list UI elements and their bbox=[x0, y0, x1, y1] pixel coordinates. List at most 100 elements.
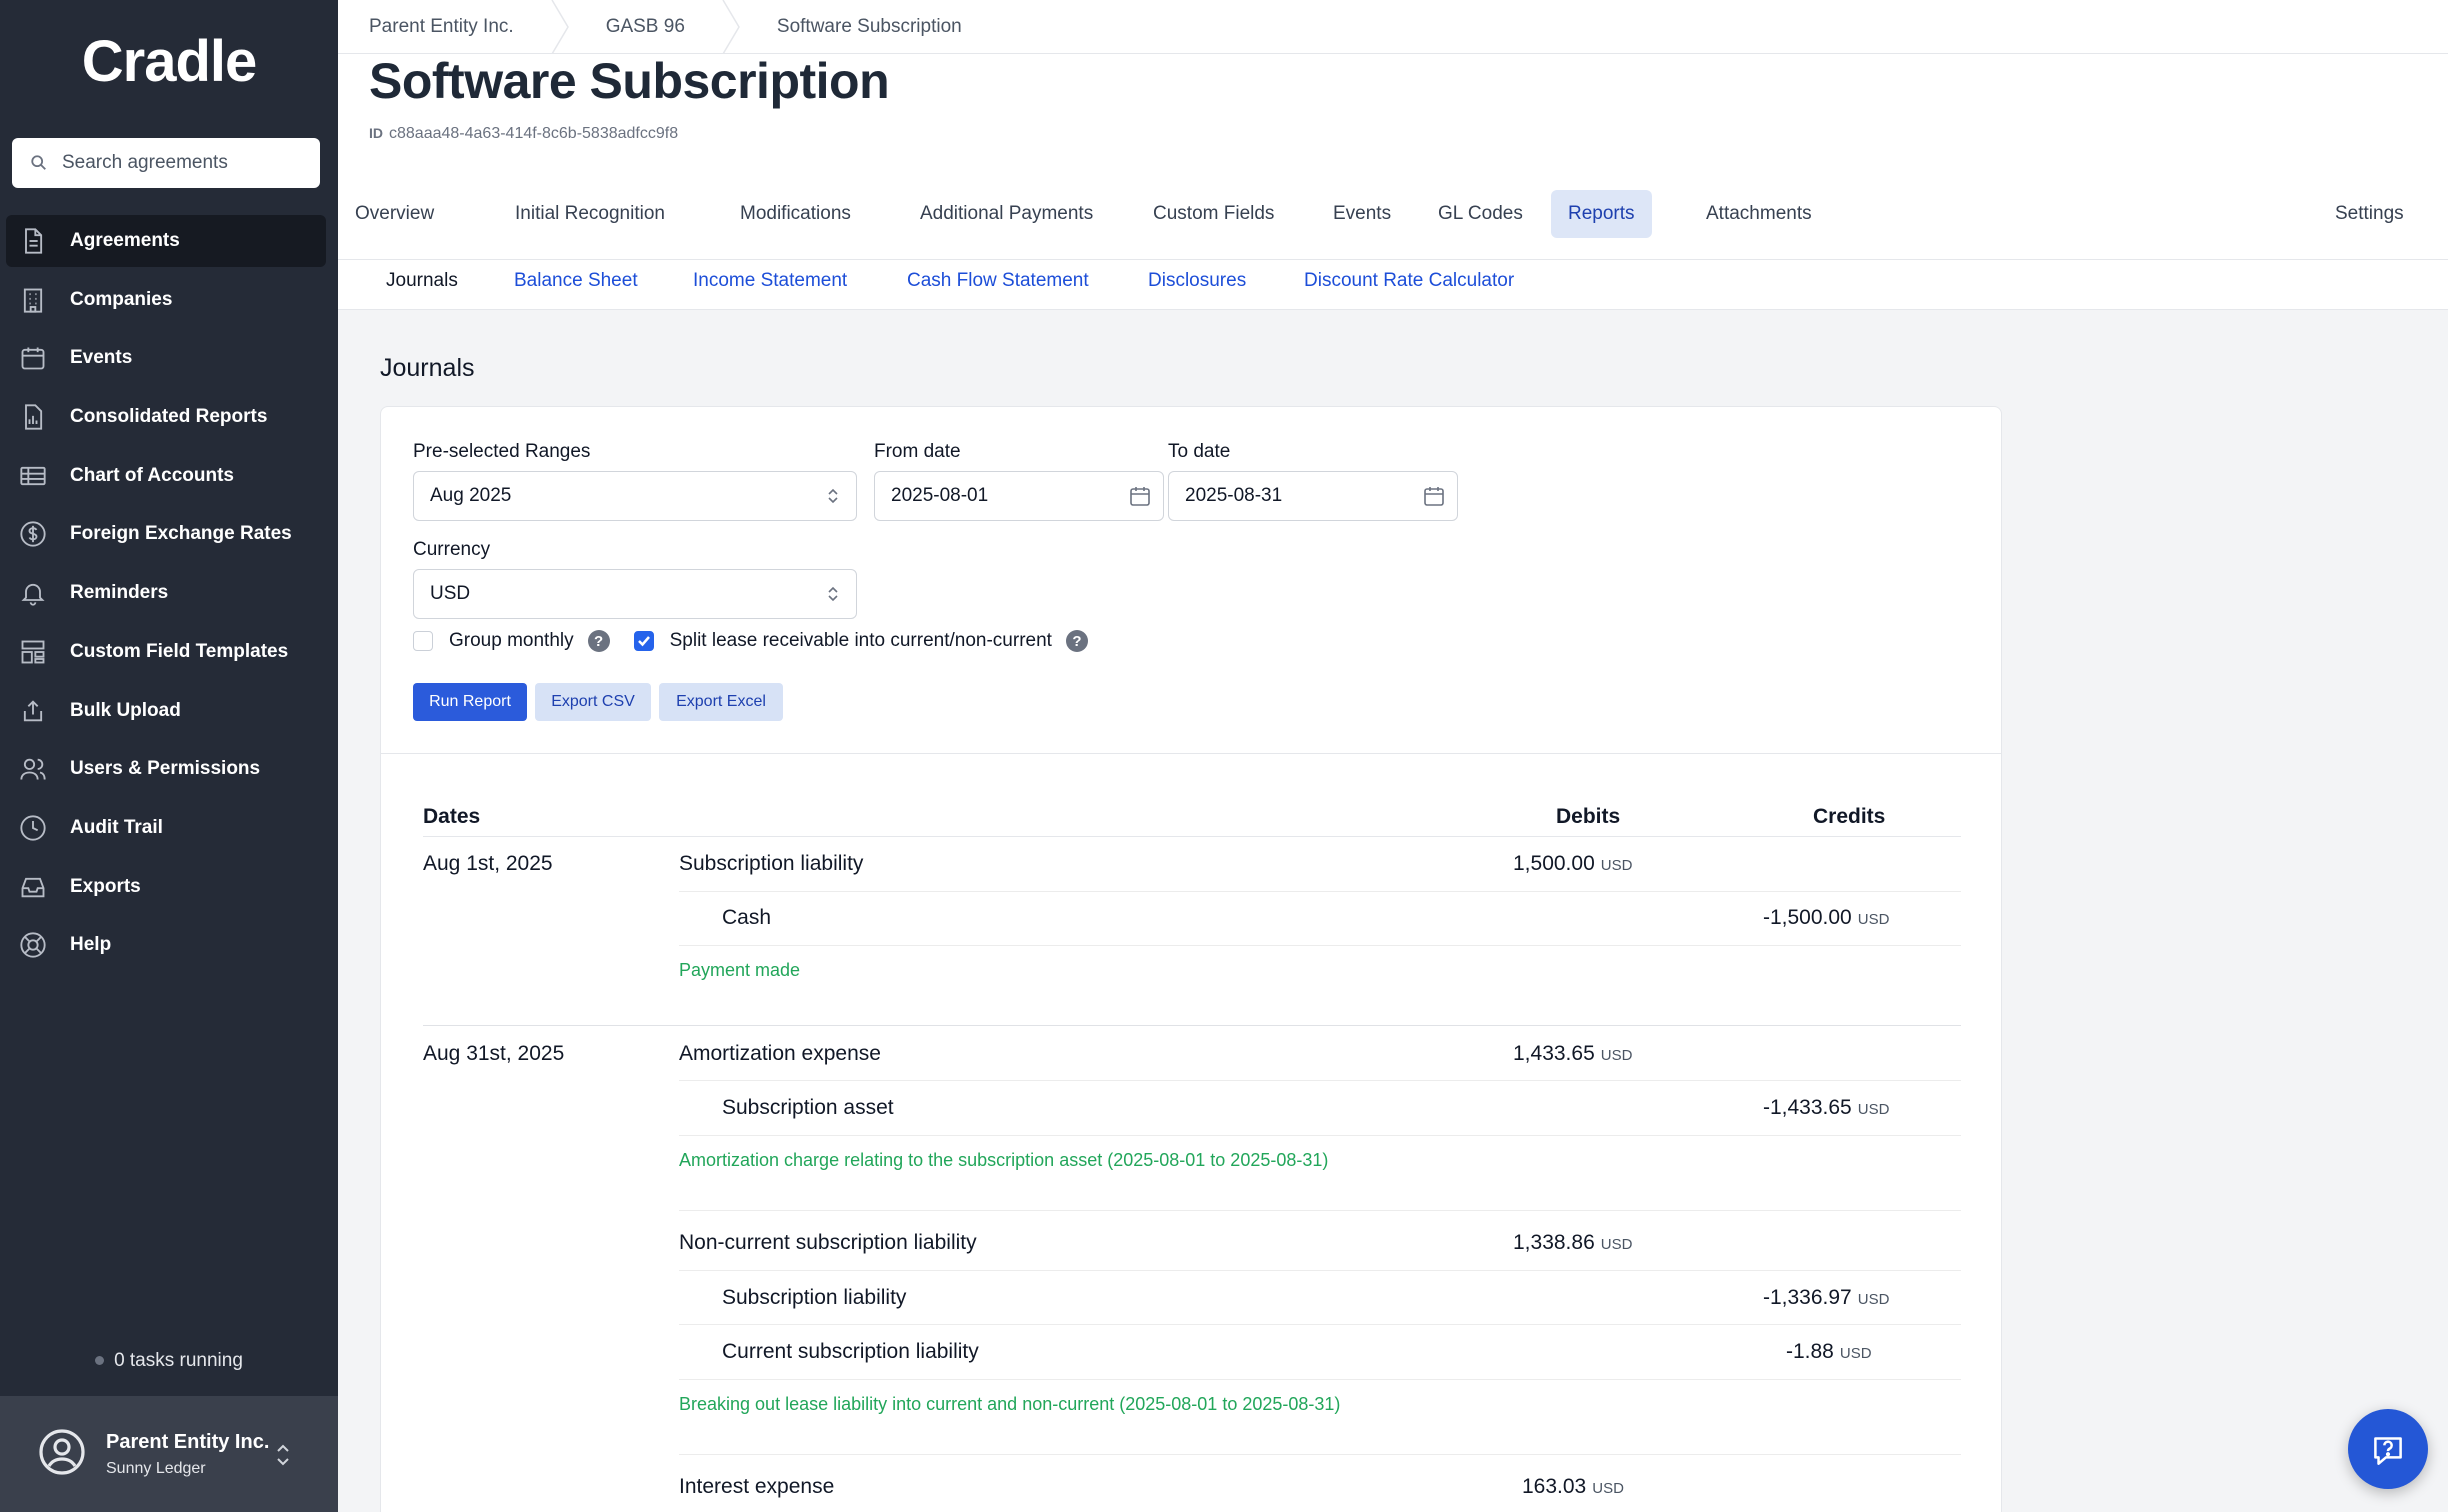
divider bbox=[679, 891, 1961, 892]
to-date-input[interactable]: 2025-08-31 bbox=[1168, 471, 1458, 521]
from-date-label: From date bbox=[874, 441, 961, 462]
header-credits: Credits bbox=[1813, 805, 1886, 828]
currency: USD bbox=[1592, 1480, 1624, 1497]
currency: USD bbox=[1857, 1291, 1890, 1308]
amount: 1,433.65 bbox=[1513, 1042, 1595, 1065]
id-value: c88aaa48-4a63-414f-8c6b-5838adfcc9f8 bbox=[389, 125, 679, 142]
page-id: ID c88aaa48-4a63-414f-8c6b-5838adfcc9f8 bbox=[369, 125, 678, 143]
amount: 1,338.86 bbox=[1513, 1231, 1595, 1254]
divider bbox=[679, 1454, 1961, 1455]
subtab-journals[interactable]: Journals bbox=[386, 270, 458, 292]
breadcrumb-separator-icon bbox=[550, 0, 570, 54]
tasks-status-text: 0 tasks running bbox=[114, 1350, 243, 1371]
account-name: Current subscription liability bbox=[722, 1340, 979, 1363]
subtab-balance-sheet[interactable]: Balance Sheet bbox=[514, 270, 638, 292]
app-logo[interactable]: Cradle bbox=[0, 28, 338, 95]
currency: USD bbox=[1600, 1236, 1633, 1253]
account-name: Subscription liability bbox=[722, 1286, 907, 1309]
page-title: Software Subscription bbox=[369, 53, 890, 109]
user-avatar-icon bbox=[38, 1428, 86, 1481]
sidebar-item-label: Reminders bbox=[70, 582, 169, 604]
run-report-button[interactable]: Run Report bbox=[413, 683, 527, 721]
tab-settings[interactable]: Settings bbox=[2318, 190, 2421, 238]
subtab-income-statement[interactable]: Income Statement bbox=[693, 270, 847, 292]
sidebar-item-reminders[interactable]: Reminders bbox=[6, 567, 326, 619]
divider bbox=[423, 1025, 1961, 1026]
subtab-discount-rate-calculator[interactable]: Discount Rate Calculator bbox=[1304, 270, 1514, 292]
sidebar-item-bulk-upload[interactable]: Bulk Upload bbox=[6, 685, 326, 737]
account-name: Non-current subscription liability bbox=[679, 1231, 977, 1254]
from-date-input[interactable]: 2025-08-01 bbox=[874, 471, 1164, 521]
account-name: Interest expense bbox=[679, 1475, 835, 1498]
breadcrumb: Parent Entity Inc. GASB 96 Software Subs… bbox=[338, 0, 2448, 54]
search-input[interactable] bbox=[62, 152, 302, 174]
breadcrumb-item[interactable]: Software Subscription bbox=[741, 0, 998, 54]
search-box[interactable] bbox=[12, 138, 320, 188]
credit-amount: -1.88 USD bbox=[1786, 1340, 1872, 1364]
sidebar-item-label: Audit Trail bbox=[70, 816, 163, 838]
breadcrumb-item[interactable]: GASB 96 bbox=[570, 0, 721, 54]
lifebuoy-icon bbox=[18, 930, 48, 960]
sidebar-item-chart-of-accounts[interactable]: Chart of Accounts bbox=[6, 450, 326, 502]
options-row: Group monthly ? Split lease receivable i… bbox=[413, 630, 1088, 652]
tab-reports[interactable]: Reports bbox=[1551, 190, 1652, 238]
help-icon[interactable]: ? bbox=[587, 630, 610, 652]
export-csv-button[interactable]: Export CSV bbox=[535, 683, 651, 721]
calendar-icon[interactable] bbox=[1129, 485, 1151, 513]
tab-gl-codes[interactable]: GL Codes bbox=[1421, 190, 1540, 238]
group-monthly-checkbox[interactable] bbox=[413, 631, 433, 651]
chevron-up-down-icon[interactable] bbox=[272, 1440, 294, 1475]
section-title: Journals bbox=[380, 354, 475, 382]
divider bbox=[679, 1210, 1961, 1211]
sidebar-item-custom-field-templates[interactable]: Custom Field Templates bbox=[6, 626, 326, 678]
sidebar-item-help[interactable]: Help bbox=[6, 919, 326, 971]
help-icon[interactable]: ? bbox=[1065, 630, 1088, 652]
range-select[interactable]: Aug 2025 bbox=[413, 471, 857, 521]
report-icon bbox=[18, 402, 48, 432]
divider bbox=[679, 945, 1961, 946]
currency: USD bbox=[1857, 1101, 1890, 1118]
sidebar-item-agreements[interactable]: Agreements bbox=[6, 215, 326, 267]
currency-select[interactable]: USD bbox=[413, 569, 857, 619]
entry-description: Breaking out lease liability into curren… bbox=[679, 1394, 1341, 1414]
currency: USD bbox=[1600, 857, 1633, 874]
amount: 163.03 bbox=[1522, 1475, 1587, 1498]
tab-attachments[interactable]: Attachments bbox=[1689, 190, 1829, 238]
tab-events[interactable]: Events bbox=[1316, 190, 1408, 238]
tab-custom-fields[interactable]: Custom Fields bbox=[1136, 190, 1291, 238]
split-lease-checkbox[interactable] bbox=[633, 631, 654, 651]
export-excel-button[interactable]: Export Excel bbox=[659, 683, 783, 721]
sidebar-item-users-permissions[interactable]: Users & Permissions bbox=[6, 743, 326, 795]
breadcrumb-item[interactable]: Parent Entity Inc. bbox=[338, 0, 550, 54]
entry-description: Amortization charge relating to the subs… bbox=[679, 1150, 1329, 1170]
group-monthly-label: Group monthly bbox=[449, 630, 574, 651]
tab-initial-recognition[interactable]: Initial Recognition bbox=[498, 190, 682, 238]
subtab-cash-flow-statement[interactable]: Cash Flow Statement bbox=[907, 270, 1089, 292]
template-icon bbox=[18, 637, 48, 667]
sidebar-item-exports[interactable]: Exports bbox=[6, 861, 326, 913]
chat-support-button[interactable] bbox=[2348, 1409, 2428, 1489]
tab-modifications[interactable]: Modifications bbox=[723, 190, 868, 238]
account-name: Amortization expense bbox=[679, 1042, 881, 1065]
to-date-label: To date bbox=[1168, 441, 1231, 462]
amount: -1.88 bbox=[1786, 1340, 1834, 1363]
calendar-icon[interactable] bbox=[1423, 485, 1445, 513]
sidebar-item-audit-trail[interactable]: Audit Trail bbox=[6, 802, 326, 854]
chat-help-icon bbox=[2374, 1437, 2402, 1465]
sidebar-item-events[interactable]: Events bbox=[6, 332, 326, 384]
tab-additional-payments[interactable]: Additional Payments bbox=[903, 190, 1110, 238]
sidebar-item-label: Users & Permissions bbox=[70, 758, 261, 780]
tray-icon bbox=[18, 872, 48, 902]
currency: USD bbox=[1857, 911, 1890, 928]
divider bbox=[679, 1379, 1961, 1380]
sidebar-item-foreign-exchange-rates[interactable]: Foreign Exchange Rates bbox=[6, 508, 326, 560]
subtab-disclosures[interactable]: Disclosures bbox=[1148, 270, 1246, 292]
header-debits: Debits bbox=[1556, 805, 1621, 828]
tab-overview[interactable]: Overview bbox=[338, 190, 451, 238]
sidebar-nav: Agreements Companies Events Consolidated… bbox=[6, 215, 326, 978]
table-icon bbox=[18, 461, 48, 491]
account-subtitle: Sunny Ledger bbox=[106, 1459, 206, 1477]
account-switcher[interactable]: Parent Entity Inc. Sunny Ledger bbox=[0, 1396, 338, 1512]
sidebar-item-companies[interactable]: Companies bbox=[6, 274, 326, 326]
sidebar-item-consolidated-reports[interactable]: Consolidated Reports bbox=[6, 391, 326, 443]
